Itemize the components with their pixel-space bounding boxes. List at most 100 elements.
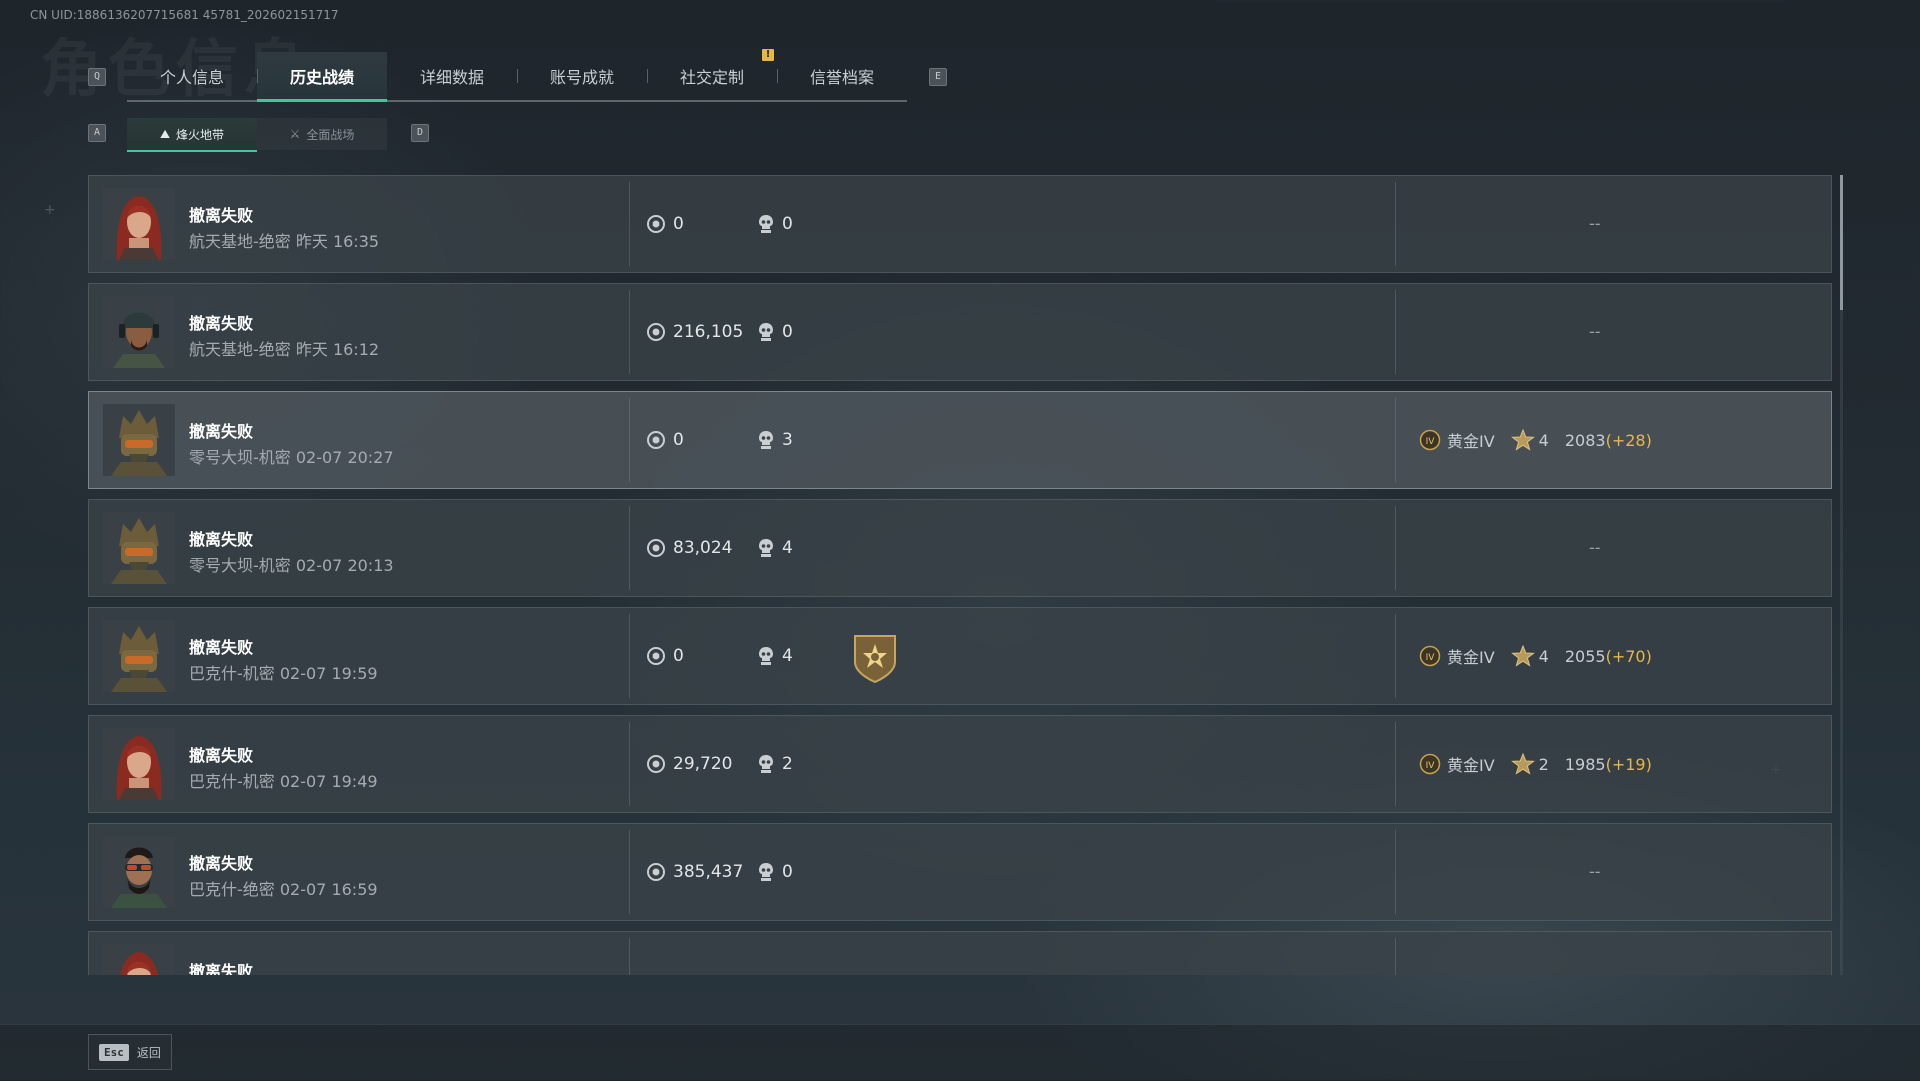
subtab-label: 烽火地带 xyxy=(176,127,225,142)
match-record-row[interactable]: 撤离失败 零号大坝-机密 02-07 20:27 0 3 IV 黄金IV 4 2083… xyxy=(88,391,1832,489)
column-divider xyxy=(1395,398,1396,482)
tab-social-custom[interactable]: 社交定制 xyxy=(647,52,777,100)
map-and-time: 零号大坝-机密 02-07 20:27 xyxy=(189,448,394,467)
match-history-list: 撤离失败 航天基地-绝密 昨天 16:35 0 0 -- 撤离失败 航天基地-绝… xyxy=(88,175,1832,975)
asset-value-icon xyxy=(647,755,665,773)
gold-tier-icon: IV xyxy=(1419,429,1441,451)
rank-tier: 黄金IV xyxy=(1447,648,1495,667)
prev-subtab-key[interactable]: A xyxy=(88,124,106,142)
column-divider xyxy=(1395,614,1396,698)
gold-tier-icon: IV xyxy=(1419,753,1441,775)
value-stat: 216,105 xyxy=(646,322,743,342)
kill-count-icon xyxy=(759,647,773,665)
rank-stars: 4 xyxy=(1538,646,1549,666)
column-divider xyxy=(1395,722,1396,806)
column-divider xyxy=(629,506,630,590)
match-record-row[interactable]: 撤离失败 xyxy=(88,931,1832,975)
back-label: 返回 xyxy=(136,1045,161,1060)
asset-value-icon xyxy=(647,863,665,881)
extraction-mode-icon: ⛰ xyxy=(159,126,171,141)
operator-avatar-bearded-goggles-man xyxy=(103,836,175,908)
kills-stat: 4 xyxy=(757,646,793,666)
crosshair-decoration: + xyxy=(44,202,56,218)
kill-count: 4 xyxy=(782,646,793,666)
kills-stat: 3 xyxy=(757,430,793,450)
operator-avatar-red-hair-woman xyxy=(103,188,175,260)
tab-label: 账号成就 xyxy=(549,68,614,87)
rank-score: 1985 xyxy=(1564,754,1606,774)
kill-count: 0 xyxy=(782,862,793,882)
subtab-full-warfare[interactable]: ⚔ 全面战场 xyxy=(257,118,387,150)
gold-tier-icon: IV xyxy=(1419,645,1441,667)
rank-stars: 2 xyxy=(1538,754,1549,774)
asset-value: 216,105 xyxy=(673,322,744,342)
match-record-row[interactable]: 撤离失败 巴克什-机密 02-07 19:59 0 4 IV 黄金IV 4 2055(… xyxy=(88,607,1832,705)
kills-stat: 2 xyxy=(757,754,793,774)
asset-value: 29,720 xyxy=(673,754,733,774)
extraction-status: 撤离失败 xyxy=(189,314,254,333)
match-record-row[interactable]: 撤离失败 零号大坝-机密 02-07 20:13 83,024 4 -- xyxy=(88,499,1832,597)
scrollbar[interactable] xyxy=(1840,175,1843,975)
asset-value: 385,437 xyxy=(673,862,744,882)
back-button[interactable]: Esc 返回 xyxy=(88,1034,172,1070)
value-stat: 29,720 xyxy=(646,754,732,774)
bottom-bar xyxy=(0,1024,1920,1081)
match-record-row[interactable]: 撤离失败 航天基地-绝密 昨天 16:35 0 0 -- xyxy=(88,175,1832,273)
rank-score: 2055 xyxy=(1564,646,1606,666)
tab-label: 信誉档案 xyxy=(809,68,874,87)
extraction-status: 撤离失败 xyxy=(189,206,254,225)
next-tab-key[interactable]: E xyxy=(929,68,947,86)
operator-avatar-masked-helmet-soldier xyxy=(103,620,175,692)
rank-delta: (+19) xyxy=(1605,754,1652,774)
value-stat: 0 xyxy=(646,214,684,234)
asset-value: 0 xyxy=(673,430,684,450)
rank-empty: -- xyxy=(1589,322,1601,341)
match-record-row[interactable]: 撤离失败 航天基地-绝密 昨天 16:12 216,105 0 -- xyxy=(88,283,1832,381)
alert-badge: ! xyxy=(762,49,774,61)
kill-count-icon xyxy=(759,539,773,557)
tab-match-history[interactable]: 历史战绩 xyxy=(257,52,387,102)
column-divider xyxy=(1395,182,1396,266)
column-divider xyxy=(629,938,630,975)
tab-achievements[interactable]: 账号成就 xyxy=(517,52,647,100)
column-divider xyxy=(629,290,630,374)
rank-empty: -- xyxy=(1589,538,1601,557)
match-record-row[interactable]: 撤离失败 巴克什-绝密 02-07 16:59 385,437 0 -- xyxy=(88,823,1832,921)
operator-avatar-red-hair-woman xyxy=(103,728,175,800)
asset-value: 83,024 xyxy=(673,538,733,558)
map-and-time: 巴克什-机密 02-07 19:49 xyxy=(189,772,378,791)
operator-avatar-cap-headset-man xyxy=(103,296,175,368)
map-and-time: 巴克什-绝密 02-07 16:59 xyxy=(189,880,378,899)
kills-stat: 4 xyxy=(757,538,793,558)
tab-detailed-data[interactable]: 详细数据 xyxy=(387,52,517,100)
match-record-row[interactable]: 撤离失败 巴克什-机密 02-07 19:49 29,720 2 IV 黄金IV 2… xyxy=(88,715,1832,813)
kill-count-icon xyxy=(759,863,773,881)
next-subtab-key[interactable]: D xyxy=(411,124,429,142)
tab-label: 详细数据 xyxy=(419,68,484,87)
prev-tab-key[interactable]: Q xyxy=(88,68,106,86)
asset-value-icon xyxy=(647,431,665,449)
esc-key-icon: Esc xyxy=(99,1043,129,1061)
asset-value: 0 xyxy=(673,646,684,666)
column-divider xyxy=(629,182,630,266)
kill-count: 2 xyxy=(782,754,793,774)
subtab-havoc-zone[interactable]: ⛰ 烽火地带 xyxy=(127,118,257,152)
svg-text:IV: IV xyxy=(1426,761,1436,771)
svg-text:IV: IV xyxy=(1426,437,1436,447)
kill-count: 0 xyxy=(782,214,793,234)
tab-credit-record[interactable]: 信誉档案 xyxy=(777,52,907,100)
scrollbar-thumb[interactable] xyxy=(1840,175,1843,310)
extraction-status: 撤离失败 xyxy=(189,638,254,657)
kill-count-icon xyxy=(759,431,773,449)
subtab-label: 全面战场 xyxy=(306,127,355,142)
kill-count-icon xyxy=(759,215,773,233)
kills-stat: 0 xyxy=(757,322,793,342)
kill-count-icon xyxy=(759,755,773,773)
star-icon xyxy=(1510,645,1535,667)
column-divider xyxy=(1395,938,1396,975)
tab-personal-info[interactable]: 个人信息 xyxy=(127,52,257,100)
kills-stat: 0 xyxy=(757,862,793,882)
tab-label: 历史战绩 xyxy=(289,68,354,87)
kill-count: 3 xyxy=(782,430,793,450)
map-and-time: 航天基地-绝密 昨天 16:12 xyxy=(189,340,380,359)
